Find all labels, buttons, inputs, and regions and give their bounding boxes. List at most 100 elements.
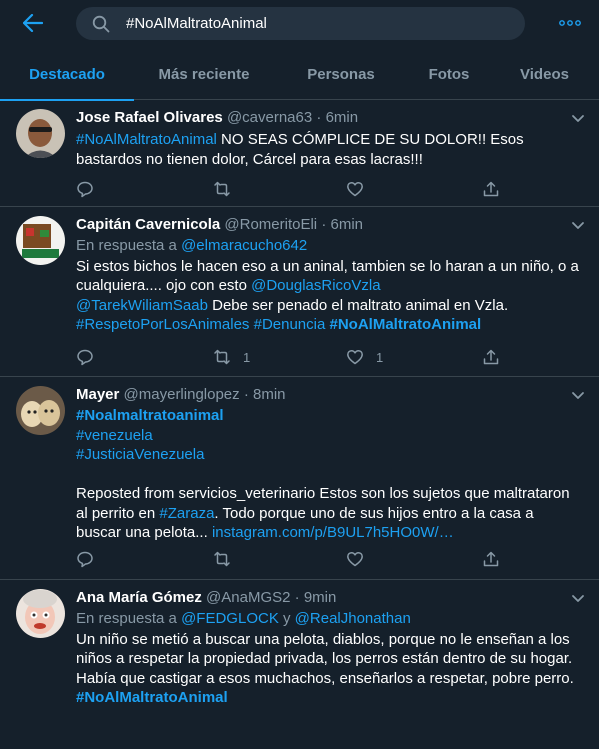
- tweet-time[interactable]: 6min: [330, 216, 363, 233]
- retweet-icon: [214, 181, 230, 197]
- chevron-down-icon[interactable]: [571, 218, 585, 232]
- tweet-time[interactable]: 8min: [253, 386, 286, 403]
- reply-button[interactable]: [76, 549, 94, 569]
- author-name[interactable]: Ana María Gómez: [76, 589, 202, 606]
- heart-icon: [347, 181, 363, 197]
- avatar[interactable]: [16, 216, 65, 265]
- chevron-down-icon[interactable]: [571, 591, 585, 605]
- tweet-content: Capitán Cavernicola @RomeritoEli · 6min …: [76, 215, 586, 335]
- hashtag-link[interactable]: #NoAlMaltratoAnimal: [76, 131, 217, 148]
- tweet-time[interactable]: 6min: [326, 109, 359, 126]
- hashtag-link[interactable]: #Noalmaltratoanimal: [76, 407, 224, 424]
- author-handle[interactable]: @caverna63: [227, 109, 312, 126]
- hashtag-link[interactable]: #JusticiaVenezuela: [76, 446, 204, 463]
- search-input[interactable]: [126, 7, 506, 40]
- mention-link[interactable]: @FEDGLOCK: [181, 610, 279, 627]
- reply-icon: [77, 181, 93, 198]
- tab-personas[interactable]: Personas: [274, 52, 408, 100]
- share-icon: [483, 551, 499, 567]
- tab-videos[interactable]: Videos: [490, 52, 599, 100]
- tab-mas-reciente[interactable]: Más reciente: [134, 52, 274, 100]
- chevron-down-icon[interactable]: [571, 388, 585, 402]
- text-line: al perrito en: [76, 504, 160, 522]
- tweet[interactable]: Ana María Gómez @AnaMGS2 · 9min En respu…: [0, 581, 599, 749]
- mention-link[interactable]: @TarekWiliamSaab: [76, 297, 208, 314]
- like-button[interactable]: [346, 179, 376, 199]
- hashtag-link[interactable]: #Denuncia: [254, 316, 326, 333]
- hashtag-link[interactable]: #Zaraza: [159, 505, 214, 522]
- tweet-content: Ana María Gómez @AnaMGS2 · 9min En respu…: [76, 588, 586, 708]
- hashtag-link[interactable]: #NoAlMaltratoAnimal: [330, 316, 482, 333]
- tweet-text: Un niño se metió a buscar una pelota, di…: [76, 630, 586, 708]
- external-link[interactable]: instagram.com/p/B9UL7h5HO0W/…: [212, 524, 454, 541]
- tweet-header: Capitán Cavernicola @RomeritoEli · 6min: [76, 215, 586, 235]
- share-button[interactable]: [482, 179, 500, 199]
- mention-link[interactable]: @DouglasRicoVzla: [251, 277, 380, 294]
- separator-dot: ·: [316, 109, 322, 126]
- chevron-down-icon[interactable]: [571, 111, 585, 125]
- author-handle[interactable]: @mayerlinglopez: [124, 386, 240, 403]
- reply-prefix: En respuesta a: [76, 610, 182, 627]
- share-icon: [483, 181, 499, 197]
- tab-fotos[interactable]: Fotos: [408, 52, 490, 100]
- more-dots-icon: [559, 20, 581, 26]
- reply-context: En respuesta a @FEDGLOCK y @RealJhonatha…: [76, 609, 586, 629]
- retweet-button[interactable]: [213, 549, 243, 569]
- text-line: cualquiera.... ojo con esto: [76, 277, 252, 294]
- text-line: . Todo porque uno de sus hijos entro a l…: [214, 504, 534, 522]
- author-name[interactable]: Capitán Cavernicola: [76, 216, 220, 233]
- mention-link[interactable]: @RealJhonathan: [295, 610, 411, 627]
- hashtag-link[interactable]: #venezuela: [76, 427, 153, 444]
- text-line: Un niño se metió a buscar una pelota, di…: [76, 630, 570, 648]
- hashtag-link[interactable]: #RespetoPorLosAnimales: [76, 316, 249, 333]
- heart-icon: [347, 349, 363, 365]
- avatar[interactable]: [16, 109, 65, 158]
- tweet-time[interactable]: 9min: [304, 589, 337, 606]
- share-button[interactable]: [482, 347, 500, 367]
- text-line: buscar una pelota...: [76, 524, 212, 541]
- reply-button[interactable]: [76, 179, 94, 199]
- text-line: Había que castigar a esos muchachos, ens…: [76, 669, 574, 687]
- retweet-button[interactable]: 1: [213, 347, 250, 367]
- like-count: 1: [376, 349, 384, 365]
- tweet-header: Jose Rafael Olivares @caverna63 · 6min: [76, 108, 586, 128]
- avatar[interactable]: [16, 386, 65, 435]
- arrow-left-icon: [23, 14, 43, 32]
- search-box[interactable]: [76, 7, 525, 40]
- reply-icon: [77, 349, 93, 366]
- retweet-button[interactable]: [213, 179, 243, 199]
- avatar[interactable]: [16, 589, 65, 638]
- tab-label: Personas: [307, 66, 375, 83]
- reply-prefix: En respuesta a: [76, 237, 182, 254]
- tab-destacado[interactable]: Destacado: [0, 52, 134, 101]
- tweet-text: #Noalmaltratoanimal #venezuela #Justicia…: [76, 406, 586, 543]
- text-line: Si estos bichos le hacen eso a un aninal…: [76, 257, 579, 275]
- hashtag-link[interactable]: #NoAlMaltratoAnimal: [76, 689, 228, 706]
- tab-label: Más reciente: [158, 66, 250, 83]
- tweet-text: Si estos bichos le hacen eso a un aninal…: [76, 257, 586, 335]
- like-button[interactable]: 1: [346, 347, 383, 367]
- tweet[interactable]: Mayer @mayerlinglopez · 8min #Noalmaltra…: [0, 378, 599, 580]
- author-name[interactable]: Mayer: [76, 386, 119, 403]
- tweet-text: #NoAlMaltratoAnimal NO SEAS CÓMPLICE DE …: [76, 130, 586, 169]
- retweet-count: 1: [243, 349, 251, 365]
- reply-button[interactable]: [76, 347, 94, 367]
- text-line: NO SEAS CÓMPLICE DE SU DOLOR!! Esos: [216, 131, 524, 148]
- tweet[interactable]: Jose Rafael Olivares @caverna63 · 6min #…: [0, 101, 599, 207]
- author-name[interactable]: Jose Rafael Olivares: [76, 109, 223, 126]
- search-tabs: Destacado Más reciente Personas Fotos Vi…: [0, 52, 599, 101]
- tweet[interactable]: Capitán Cavernicola @RomeritoEli · 6min …: [0, 208, 599, 377]
- tweet-actions: [76, 179, 506, 199]
- text-line: bastardos no tienen dolor, Cárcel para e…: [76, 150, 423, 168]
- share-button[interactable]: [482, 549, 500, 569]
- heart-icon: [347, 551, 363, 567]
- author-handle[interactable]: @RomeritoEli: [224, 216, 317, 233]
- back-button[interactable]: [16, 8, 50, 38]
- mention-link[interactable]: @elmaracucho642: [181, 237, 307, 254]
- tweet-content: Jose Rafael Olivares @caverna63 · 6min #…: [76, 108, 586, 169]
- author-handle[interactable]: @AnaMGS2: [206, 589, 290, 606]
- separator-dot: ·: [294, 589, 300, 606]
- retweet-icon: [214, 349, 230, 365]
- like-button[interactable]: [346, 549, 376, 569]
- more-options-button[interactable]: [556, 12, 584, 34]
